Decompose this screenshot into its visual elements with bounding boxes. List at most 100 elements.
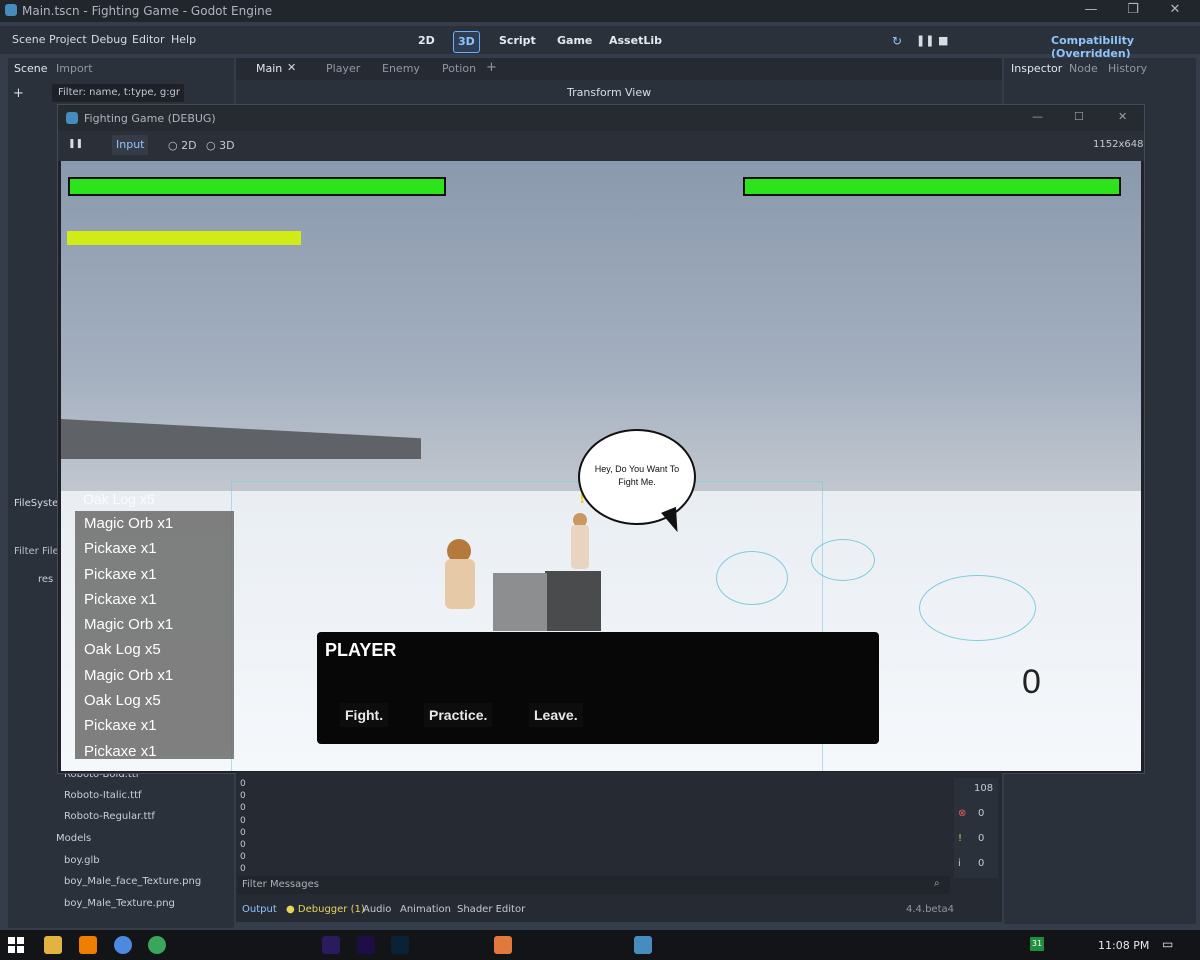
file-boy-glb[interactable]: boy.glb [64, 855, 100, 866]
menu-help[interactable]: Help [171, 33, 196, 46]
player-character [443, 539, 477, 629]
pause-icon[interactable]: ❚❚ [916, 34, 934, 47]
practice-button[interactable]: Practice. [424, 703, 493, 727]
scene-filter-placeholder: Filter: name, t:type, g:gr [58, 87, 181, 98]
mode-2d-toggle[interactable]: ○ 2D [168, 139, 197, 152]
error-icon: ⊗ [958, 808, 967, 819]
photoshop-icon[interactable] [391, 936, 409, 954]
godot-taskbar-icon[interactable] [634, 936, 652, 954]
chrome-icon[interactable] [114, 936, 132, 954]
mode-game-button[interactable]: Game [553, 31, 596, 51]
tab-audio[interactable]: Audio [363, 904, 391, 915]
scene-filter-input[interactable]: Filter: name, t:type, g:gr [52, 84, 184, 102]
score-counter: 0 [1022, 663, 1041, 701]
leave-button[interactable]: Leave. [529, 703, 583, 727]
fight-button[interactable]: Fight. [340, 703, 389, 727]
tab-enemy[interactable]: Enemy [382, 62, 420, 75]
file-explorer-icon[interactable] [44, 936, 62, 954]
clock[interactable]: 11:08 PM [1098, 939, 1149, 952]
view-menu[interactable]: View [625, 86, 651, 99]
menu-scene[interactable]: Scene [12, 33, 46, 46]
message-count[interactable]: 108 [974, 783, 993, 794]
dialog-speaker: PLAYER [325, 640, 397, 660]
tab-potion[interactable]: Potion [442, 62, 476, 75]
renderer-select[interactable]: Compatibility (Overridden) [1051, 34, 1200, 60]
menu-editor[interactable]: Editor [132, 33, 165, 46]
mode-assetlib-button[interactable]: AssetLib [605, 31, 666, 51]
filter-messages-input[interactable]: Filter Messages ⌕ [238, 876, 950, 894]
calendar-badge[interactable]: 31 [1030, 937, 1044, 951]
game-window-logo-icon [66, 112, 78, 124]
edge-icon[interactable] [148, 936, 166, 954]
stop-icon[interactable]: ■ [938, 34, 948, 47]
file-roboto-italic[interactable]: Roboto-Italic.ttf [64, 790, 142, 801]
dialog-box: PLAYER Fight. Practice. Leave. [317, 632, 879, 744]
warning-icon: ! [958, 833, 963, 844]
tab-import[interactable]: Import [56, 62, 93, 75]
log-line: 0 [240, 827, 246, 838]
inventory-overflow-item: Oak Log x5 [83, 491, 155, 507]
tab-shader-editor[interactable]: Shader Editor [457, 904, 525, 915]
mode-script-button[interactable]: Script [495, 31, 540, 51]
inventory-item: Magic Orb x1 [84, 666, 174, 684]
error-count[interactable]: 0 [978, 808, 984, 819]
tab-main[interactable]: Main [256, 62, 282, 75]
inventory-item: Pickaxe x1 [84, 590, 157, 608]
game-minimize-icon[interactable]: — [1032, 110, 1043, 123]
mode-3d-toggle[interactable]: ○ 3D [206, 139, 235, 152]
blender-icon[interactable] [494, 936, 512, 954]
maximize-icon[interactable]: ❐ [1118, 2, 1148, 17]
transform-menu[interactable]: Transform [567, 86, 622, 99]
file-roboto-regular[interactable]: Roboto-Regular.ttf [64, 811, 155, 822]
game-maximize-icon[interactable]: ☐ [1074, 110, 1084, 123]
premiere-icon[interactable] [322, 936, 340, 954]
tab-history[interactable]: History [1108, 62, 1147, 75]
tab-player[interactable]: Player [326, 62, 360, 75]
reload-icon[interactable]: ↻ [892, 34, 902, 48]
inventory-item: Pickaxe x1 [84, 540, 157, 558]
close-tab-icon[interactable]: ✕ [287, 61, 296, 74]
enemy-health-bar [743, 177, 1121, 196]
player-health-bar [68, 177, 446, 196]
tab-animation[interactable]: Animation [400, 904, 451, 915]
game-pause-icon[interactable]: ❚❚ [68, 139, 83, 149]
tab-debugger[interactable]: ● Debugger (1) [286, 904, 365, 915]
windows-start-icon[interactable] [8, 937, 24, 953]
after-effects-icon[interactable] [357, 936, 375, 954]
game-close-icon[interactable]: ✕ [1118, 110, 1127, 123]
stamina-bar [67, 231, 301, 245]
minimize-icon[interactable]: — [1076, 2, 1106, 17]
collision-sphere [811, 539, 875, 581]
close-icon[interactable]: ✕ [1160, 2, 1190, 17]
tab-output[interactable]: Output [242, 904, 277, 915]
game-window: Fighting Game (DEBUG) — ☐ ✕ ❚❚ Input ○ 2… [57, 104, 1145, 774]
file-boy-texture[interactable]: boy_Male_Texture.png [64, 898, 175, 909]
mode-2d-button[interactable]: 2D [414, 31, 439, 51]
warning-count[interactable]: 0 [978, 833, 984, 844]
add-node-icon[interactable]: + [13, 86, 24, 101]
tab-node[interactable]: Node [1069, 62, 1098, 75]
search-icon: ⌕ [934, 878, 940, 889]
vlc-icon[interactable] [79, 936, 97, 954]
menu-debug[interactable]: Debug [91, 33, 127, 46]
inventory-panel: Magic Orb x1 Pickaxe x1 Pickaxe x1 Picka… [75, 511, 234, 760]
res-folder[interactable]: res [38, 574, 53, 585]
mode-assetlib-label: AssetLib [609, 34, 662, 47]
game-window-titlebar: Fighting Game (DEBUG) — ☐ ✕ [58, 105, 1144, 131]
add-tab-icon[interactable]: + [486, 60, 497, 75]
godot-logo-icon [5, 4, 17, 16]
file-boy-face-texture[interactable]: boy_Male_face_Texture.png [64, 876, 201, 887]
input-toggle[interactable]: Input [112, 135, 149, 155]
crate [545, 571, 601, 631]
inventory-item: Oak Log x5 [84, 692, 161, 710]
log-line: 0 [240, 791, 246, 802]
info-count[interactable]: 0 [978, 858, 984, 869]
tab-scene[interactable]: Scene [14, 62, 48, 75]
game-window-title: Fighting Game (DEBUG) [84, 112, 216, 125]
game-viewport: ! Hey, Do You Want To Fight Me. Oak Log … [61, 161, 1141, 771]
tab-inspector[interactable]: Inspector [1011, 62, 1062, 75]
folder-models[interactable]: Models [56, 833, 91, 844]
notifications-icon[interactable]: ▭ [1162, 937, 1173, 951]
mode-3d-button[interactable]: 3D [453, 31, 480, 53]
menu-project[interactable]: Project [49, 33, 87, 46]
